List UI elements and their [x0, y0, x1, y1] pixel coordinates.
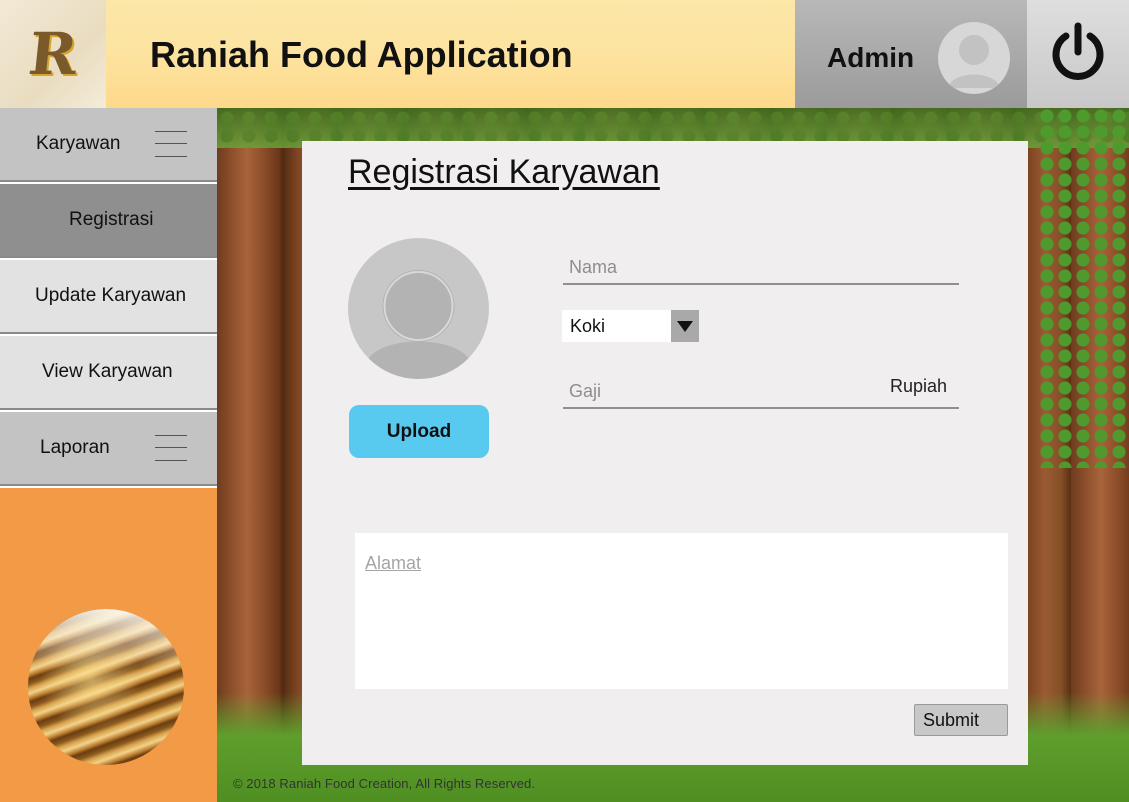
nama-input[interactable]: [567, 256, 871, 279]
logo-letter: R: [25, 20, 81, 88]
sidebar: Karyawan Registrasi Update Karyawan View…: [0, 108, 217, 802]
alamat-placeholder: Alamat: [365, 553, 422, 573]
gaji-input[interactable]: [567, 380, 871, 403]
nama-field: [563, 243, 959, 285]
leaves-decoration: [1039, 108, 1129, 468]
sidebar-item-laporan[interactable]: Laporan: [0, 412, 217, 486]
user-name: Admin: [827, 42, 915, 73]
sidebar-item-label: Karyawan: [36, 133, 121, 154]
gaji-unit-label: Rupiah: [889, 376, 947, 396]
menu-icon[interactable]: [155, 129, 187, 159]
registration-form-card: Registrasi Karyawan Upload Koki Rupiah A…: [302, 141, 1028, 765]
power-button[interactable]: [1027, 0, 1129, 108]
form-title: Registrasi Karyawan: [348, 153, 660, 191]
footer-copyright: © 2018 Raniah Food Creation, All Rights …: [233, 776, 536, 791]
sidebar-item-label: View Karyawan: [42, 361, 173, 382]
upload-button[interactable]: Upload: [349, 405, 489, 458]
sidebar-item-label: Registrasi: [69, 209, 154, 230]
sidebar-promo: [0, 488, 217, 802]
power-icon: [1049, 22, 1107, 87]
sidebar-item-karyawan[interactable]: Karyawan: [0, 108, 217, 182]
jabatan-select[interactable]: Koki: [562, 310, 699, 342]
sidebar-item-label: Update Karyawan: [35, 285, 187, 306]
menu-icon[interactable]: [155, 433, 187, 463]
jabatan-selected-value: Koki: [570, 316, 606, 336]
title-bar: Raniah Food Application: [106, 0, 795, 108]
profile-photo-placeholder-icon: [348, 238, 489, 379]
gaji-field: Rupiah: [563, 367, 959, 409]
sidebar-item-view-karyawan[interactable]: View Karyawan: [0, 336, 217, 410]
dropdown-arrow-icon[interactable]: [671, 310, 699, 342]
user-panel: Admin: [795, 0, 1027, 108]
food-image: [28, 609, 184, 765]
submit-button[interactable]: Submit: [914, 704, 1008, 736]
sidebar-item-update-karyawan[interactable]: Update Karyawan: [0, 260, 217, 334]
alamat-textarea[interactable]: Alamat: [355, 533, 1008, 689]
app-title: Raniah Food Application: [150, 34, 573, 75]
user-avatar-icon[interactable]: [938, 22, 1010, 94]
sidebar-item-label: Laporan: [40, 437, 110, 458]
app-logo: R: [0, 0, 106, 108]
sidebar-item-registrasi[interactable]: Registrasi: [0, 184, 217, 258]
